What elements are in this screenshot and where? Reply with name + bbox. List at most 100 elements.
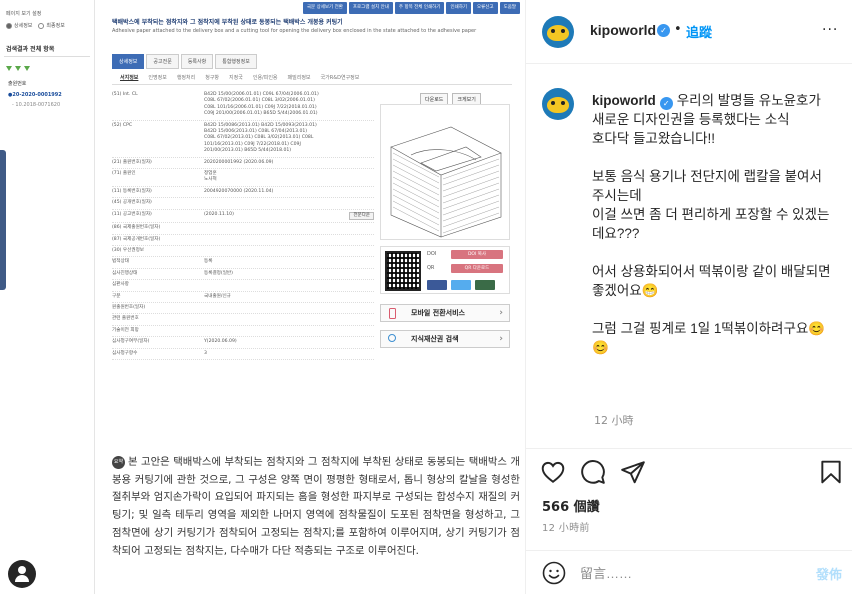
table-row: 법적상태 등록	[112, 257, 374, 269]
caption-username[interactable]: kipoworld	[592, 93, 656, 108]
row-label: (30) 우선권정보	[112, 247, 145, 253]
view-options: 상세정보 최종정보	[6, 22, 65, 29]
subtab[interactable]: 국가R&D연구정보	[321, 74, 360, 81]
likes-count[interactable]: 566 個讚	[542, 496, 600, 515]
follow-button[interactable]: 追蹤	[686, 22, 712, 41]
separator-dot: •	[674, 22, 682, 37]
divider	[4, 56, 90, 57]
post-button[interactable]: 發佈	[816, 564, 842, 583]
row-label: 관련 출원번호	[112, 316, 139, 322]
subtab[interactable]: 인용/피인용	[253, 74, 278, 81]
table-row: (11) 공고번호(일자) (2020.11.10) 전문다운	[112, 210, 374, 224]
row-label: 기술이전 희망	[112, 327, 139, 333]
row-value: 정업훈 노사혁	[204, 171, 217, 183]
comment-bar: 發佈	[526, 550, 852, 594]
row-value: 2004920070000 (2020.11.04)	[204, 188, 274, 194]
kipris-left-panel: 페이지 보기 설정 상세정보 최종정보 검색결과 전체 항목 출원번호 ●20-…	[0, 0, 95, 594]
table-row: (52) CPC B42D 15/0086(2013.01) B42D 15/00…	[112, 121, 374, 158]
action-bar	[540, 459, 844, 487]
arrow-down-icon[interactable]	[24, 66, 30, 71]
kipris-detail: 국문 상세보기 전환 프로그램 설치 안내 주 항목 전체 인쇄하기 인쇄하기 …	[98, 0, 525, 594]
top-button[interactable]: 국문 상세보기 전환	[302, 2, 347, 14]
row-value: B42D 15/00(2006.01.01) C09L 67/04(2006.0…	[204, 92, 319, 117]
more-options-icon[interactable]: ···	[822, 22, 838, 38]
row-label: 심사청구항수	[112, 350, 138, 356]
verified-icon: ✓	[657, 24, 670, 37]
tab-registration[interactable]: 등록사항	[180, 54, 214, 69]
subtab[interactable]: 서지정보	[120, 74, 138, 81]
view-option-final[interactable]: 최종정보	[38, 22, 65, 29]
doi-copy-button[interactable]: DOI 복사	[451, 250, 503, 259]
qr-label: QR	[427, 265, 435, 271]
row-value: 3	[204, 350, 207, 356]
radio-icon	[6, 22, 12, 29]
post-header: kipoworld ✓ • 追蹤 ···	[526, 0, 852, 64]
tab-publication[interactable]: 공고전문	[146, 54, 179, 69]
top-button[interactable]: 인쇄하기	[446, 2, 472, 14]
qr-box: DOI QR DOI 복사 QR 다운로드	[380, 246, 510, 294]
row-label: (21) 출원번호(일자)	[112, 159, 152, 165]
qr-code-icon[interactable]	[385, 251, 421, 291]
post-time[interactable]: 12 小時前	[542, 519, 590, 534]
comment-icon[interactable]	[580, 459, 606, 485]
divider	[526, 448, 852, 449]
top-button[interactable]: 도움말	[499, 2, 520, 14]
view-option-detail[interactable]: 상세정보	[6, 22, 32, 29]
mobile-service-link[interactable]: 모바일 전환서비스	[380, 304, 510, 322]
table-row: 심판사항	[112, 280, 374, 292]
share-icon[interactable]	[620, 459, 646, 485]
verified-icon: ✓	[659, 97, 673, 110]
caption-avatar[interactable]	[542, 88, 574, 120]
top-button[interactable]: 프로그램 설치 안내	[348, 2, 393, 14]
view-mode-label: 페이지 보기 설정	[6, 11, 42, 17]
table-row: (71) 출원인 정업훈 노사혁	[112, 169, 374, 187]
table-row: (11) 등록번호(일자) 2004920070000 (2020.11.04)	[112, 187, 374, 199]
public-download-button[interactable]: 전문다운	[349, 211, 374, 221]
ip-search-link[interactable]: 지식재산권 검색	[380, 330, 510, 348]
side-tab[interactable]	[0, 150, 6, 290]
table-row: (21) 출원번호(일자) 2020200001992 (2020.06.09)	[112, 158, 374, 170]
subtab[interactable]: 패밀리정보	[288, 74, 311, 81]
user-profile-icon[interactable]	[8, 560, 36, 588]
heart-icon[interactable]	[540, 459, 566, 485]
header-username[interactable]: kipoworld	[590, 22, 656, 38]
top-buttons: 국문 상세보기 전환 프로그램 설치 안내 주 항목 전체 인쇄하기 인쇄하기 …	[98, 2, 525, 14]
top-button[interactable]: 주 항목 전체 인쇄하기	[394, 2, 445, 14]
qr-download-button[interactable]: QR 다운로드	[451, 264, 503, 273]
share-icon[interactable]	[475, 280, 495, 290]
subtab[interactable]: 인명정보	[148, 74, 166, 81]
bookmark-icon[interactable]	[818, 459, 844, 485]
facebook-icon[interactable]	[427, 280, 447, 290]
caption-time[interactable]: 12 小時	[594, 412, 634, 428]
row-value: (2020.11.10)	[204, 211, 234, 217]
comment-input[interactable]	[580, 563, 790, 583]
top-button[interactable]: 오류신고	[473, 2, 498, 14]
bibliographic-table: (51) Int. CL B42D 15/00(2006.01.01) C09L …	[112, 90, 374, 360]
twitter-icon[interactable]	[451, 280, 471, 290]
abstract-text: 본 고안은 택배박스에 부착되는 점착지와 그 점착지에 부착된 상태로 동봉되…	[112, 456, 520, 557]
application-date: - 10.2018-0071620	[12, 102, 61, 108]
caption: kipoworld ✓ 우리의 발명들 유노윤호가 새로운 디자인권을 등록했다는 …	[592, 91, 836, 357]
row-label: 구분	[112, 293, 121, 299]
application-number[interactable]: ●20-2020-0001992	[8, 92, 62, 98]
subtab[interactable]: 지정국	[229, 74, 243, 81]
patent-drawing	[380, 104, 510, 240]
arrow-down-icon[interactable]	[15, 66, 21, 71]
row-label: 심판사항	[112, 282, 129, 288]
subtab[interactable]: 행정처리	[177, 74, 195, 81]
arrow-down-icon[interactable]	[6, 66, 12, 71]
emoji-icon[interactable]	[542, 561, 566, 585]
tab-detail[interactable]: 상세정보	[112, 54, 145, 69]
subtab[interactable]: 청구항	[205, 74, 219, 81]
section-header: 검색결과 전체 항목	[6, 46, 55, 53]
table-row: (30) 우선권정보	[112, 246, 374, 258]
table-row: 원출원번호(일자)	[112, 303, 374, 315]
tab-admin[interactable]: 통합행정정보	[215, 54, 257, 69]
table-row: 심사청구항수 3	[112, 349, 374, 360]
table-row: (45) 공개번호(일자)	[112, 198, 374, 210]
avatar[interactable]	[542, 16, 574, 48]
row-value: Y(2020.06.09)	[204, 339, 237, 345]
table-row: 구분 국내출원/신규	[112, 292, 374, 303]
radio-icon	[38, 22, 45, 29]
search-icon	[388, 334, 396, 342]
